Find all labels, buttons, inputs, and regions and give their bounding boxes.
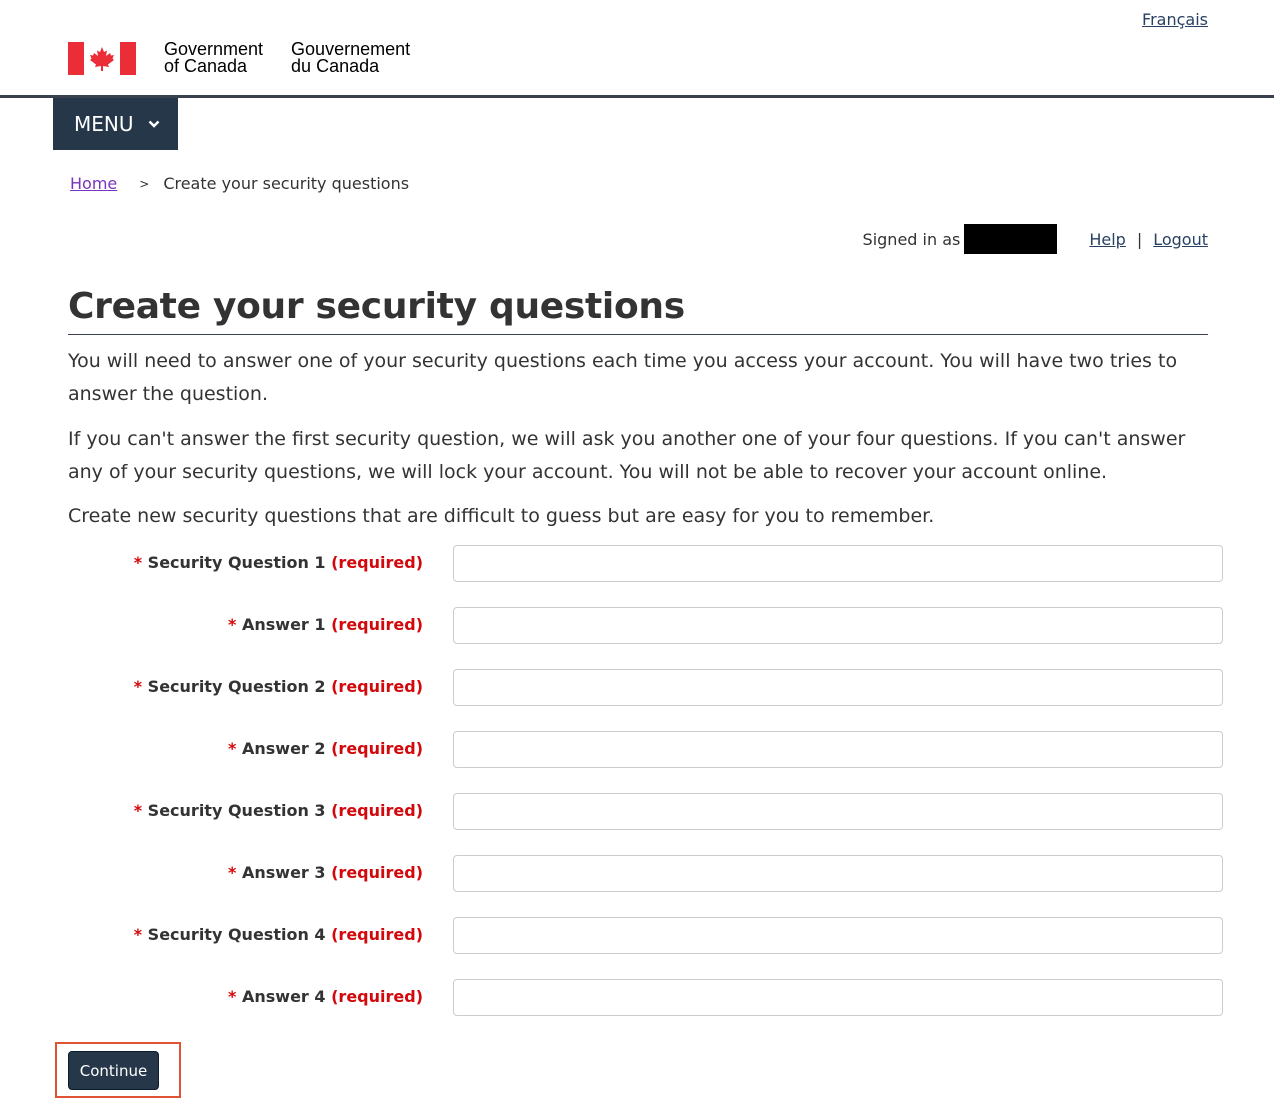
help-link[interactable]: Help — [1089, 230, 1125, 249]
field-label: * Answer 2 (required) — [228, 739, 423, 758]
field-label: * Security Question 3 (required) — [133, 801, 423, 820]
answer-1-input[interactable] — [453, 607, 1223, 644]
government-signature: Government of Canada Gouvernement du Can… — [68, 39, 411, 76]
header-divider — [0, 95, 1274, 98]
security-question-2-input[interactable] — [453, 669, 1223, 706]
language-toggle-link[interactable]: Français — [1142, 10, 1208, 29]
security-question-3-input[interactable] — [453, 793, 1223, 830]
answer-2-input[interactable] — [453, 731, 1223, 768]
intro-paragraph-2: If you can't answer the first security q… — [68, 428, 1186, 483]
menu-button[interactable]: MENU — [53, 98, 178, 150]
signed-in-label: Signed in as — [862, 229, 961, 249]
session-divider: | — [1136, 229, 1143, 249]
form-row-security-question-3: * Security Question 3 (required) — [68, 793, 1223, 830]
logout-link[interactable]: Logout — [1153, 230, 1208, 249]
canada-flag-icon — [68, 42, 136, 75]
field-label: * Security Question 2 (required) — [133, 677, 423, 696]
security-question-4-input[interactable] — [453, 917, 1223, 954]
breadcrumb-home-link[interactable]: Home — [70, 174, 117, 193]
field-label: * Answer 1 (required) — [228, 615, 423, 634]
signature-english: Government of Canada — [164, 39, 264, 76]
form-row-answer-1: * Answer 1 (required) — [68, 607, 1223, 644]
field-label: * Answer 3 (required) — [228, 863, 423, 882]
menu-label: MENU — [74, 112, 134, 136]
intro-paragraph-3: Create new security questions that are d… — [68, 505, 935, 527]
form-row-answer-3: * Answer 3 (required) — [68, 855, 1223, 892]
session-bar: Signed in as Help | Logout — [863, 224, 1208, 254]
redacted-username — [964, 224, 1058, 254]
continue-button[interactable]: Continue — [68, 1051, 159, 1090]
security-question-1-input[interactable] — [453, 545, 1223, 582]
field-label: * Security Question 4 (required) — [133, 925, 423, 944]
answer-3-input[interactable] — [453, 855, 1223, 892]
breadcrumb-separator: > — [139, 176, 150, 191]
chevron-down-icon — [148, 119, 160, 129]
form-row-answer-2: * Answer 2 (required) — [68, 731, 1223, 768]
answer-4-input[interactable] — [453, 979, 1223, 1016]
form-row-security-question-2: * Security Question 2 (required) — [68, 669, 1223, 706]
breadcrumb-current: Create your security questions — [163, 174, 410, 193]
page-title: Create your security questions — [68, 286, 1208, 335]
form-row-answer-4: * Answer 4 (required) — [68, 979, 1223, 1016]
signature-french: Gouvernement du Canada — [291, 39, 411, 76]
intro-paragraph-1: You will need to answer one of your secu… — [68, 350, 1178, 405]
breadcrumb: Home > Create your security questions — [70, 174, 409, 193]
form-row-security-question-4: * Security Question 4 (required) — [68, 917, 1223, 954]
field-label: * Answer 4 (required) — [228, 987, 423, 1006]
form-row-security-question-1: * Security Question 1 (required) — [68, 545, 1223, 582]
field-label: * Security Question 1 (required) — [133, 553, 423, 572]
